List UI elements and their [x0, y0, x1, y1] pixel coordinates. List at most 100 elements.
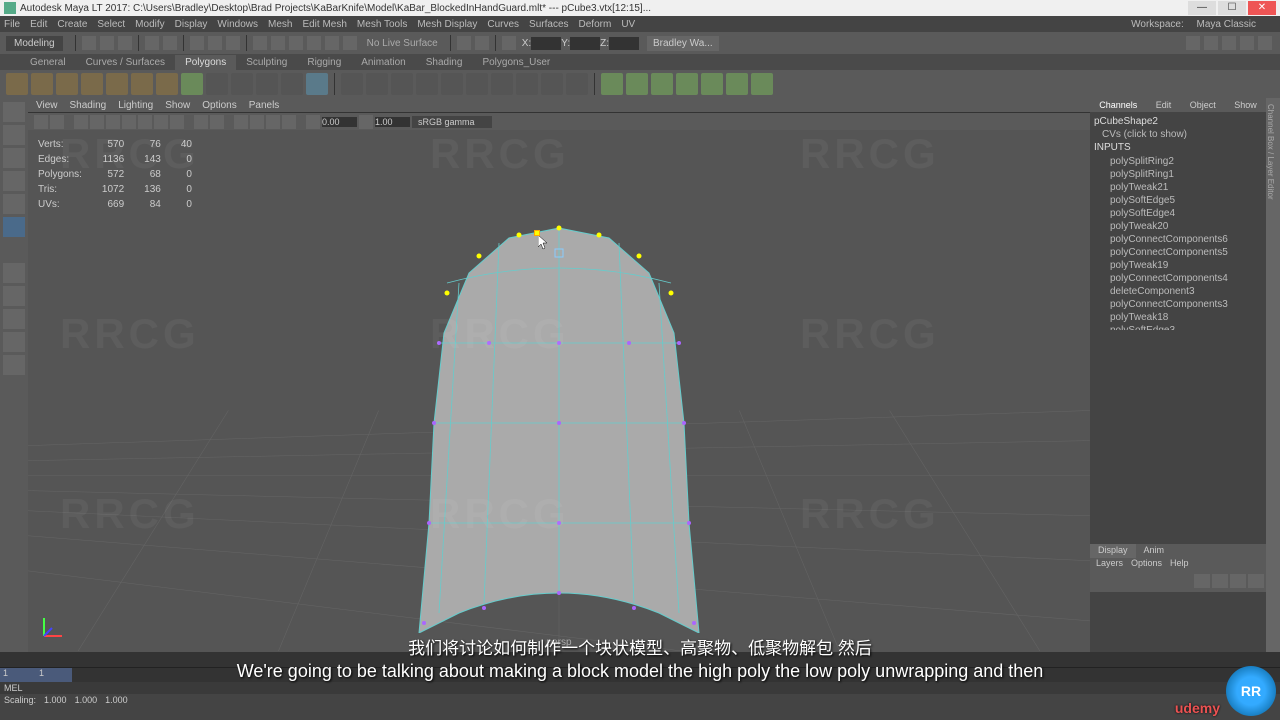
shelf-tab-general[interactable]: General [20, 55, 76, 70]
layer-down-icon[interactable] [1212, 574, 1228, 588]
film-gate-icon[interactable] [250, 115, 264, 129]
soccer-icon[interactable] [281, 73, 303, 95]
shelf-tab-animation[interactable]: Animation [351, 55, 415, 70]
input-node[interactable]: polySplitRing1 [1094, 168, 1262, 181]
shadows-icon[interactable] [170, 115, 184, 129]
sym2-icon[interactable] [475, 36, 489, 50]
y-field[interactable] [570, 37, 600, 50]
helix-icon[interactable] [231, 73, 253, 95]
close-button[interactable]: ✕ [1248, 1, 1276, 15]
uv-auto-icon[interactable] [676, 73, 698, 95]
menu-edit[interactable]: Edit [30, 19, 47, 30]
undo-icon[interactable] [145, 36, 159, 50]
cone-icon[interactable] [81, 73, 103, 95]
snap-plane-icon[interactable] [307, 36, 321, 50]
range-start2[interactable]: 1 [36, 668, 72, 682]
platonic-icon[interactable] [181, 73, 203, 95]
shaded-icon[interactable] [106, 115, 120, 129]
colorspace-dropdown[interactable]: sRGB gamma [412, 116, 492, 128]
xray-icon[interactable] [194, 115, 208, 129]
layout-four-icon[interactable] [3, 286, 25, 306]
layer-new-icon[interactable] [1230, 574, 1246, 588]
select-tool-icon[interactable] [3, 102, 25, 122]
quad-draw-icon[interactable] [566, 73, 588, 95]
view-bookmark-icon[interactable] [50, 115, 64, 129]
xray-joint-icon[interactable] [210, 115, 224, 129]
layout3-icon[interactable] [1222, 36, 1236, 50]
input-node[interactable]: polyConnectComponents6 [1094, 233, 1262, 246]
maximize-button[interactable]: ☐ [1218, 1, 1246, 15]
bevel-icon[interactable] [441, 73, 463, 95]
open-icon[interactable] [100, 36, 114, 50]
menu-meshdisplay[interactable]: Mesh Display [417, 19, 477, 30]
gamma-icon[interactable] [359, 115, 373, 129]
input-node[interactable]: deleteComponent3 [1094, 285, 1262, 298]
textured-icon[interactable] [138, 115, 152, 129]
extrude-icon[interactable] [391, 73, 413, 95]
menu-create[interactable]: Create [57, 19, 87, 30]
menu-modify[interactable]: Modify [135, 19, 164, 30]
menu-display[interactable]: Display [175, 19, 208, 30]
lasso-tool-icon[interactable] [3, 125, 25, 145]
panel-lighting[interactable]: Lighting [118, 100, 153, 111]
sphere-icon[interactable] [6, 73, 28, 95]
disc-icon[interactable] [156, 73, 178, 95]
bridge-icon[interactable] [416, 73, 438, 95]
input-node[interactable]: polyConnectComponents3 [1094, 298, 1262, 311]
menu-uv[interactable]: UV [621, 19, 635, 30]
magnet-icon[interactable] [343, 36, 357, 50]
layout1-icon[interactable] [1186, 36, 1200, 50]
x-field[interactable] [531, 37, 561, 50]
shelf-tab-sculpting[interactable]: Sculpting [236, 55, 297, 70]
workspace-dropdown[interactable]: Maya Classic [1197, 19, 1256, 30]
uv-unwrap-icon[interactable] [751, 73, 773, 95]
mode-dropdown[interactable]: Modeling [6, 36, 63, 51]
timeline[interactable]: 1 1 MEL [0, 652, 1280, 694]
grid-toggle-icon[interactable] [234, 115, 248, 129]
side-tab-label[interactable]: Channel Box / Layer Editor [1266, 98, 1280, 652]
menu-select[interactable]: Select [97, 19, 125, 30]
shape-node[interactable]: pCubeShape2 [1094, 116, 1262, 127]
pipe-icon[interactable] [206, 73, 228, 95]
layers-options[interactable]: Options [1131, 558, 1162, 572]
layout-single-icon[interactable] [3, 263, 25, 283]
uv-3d-icon[interactable] [726, 73, 748, 95]
uv-sphere-icon[interactable] [651, 73, 673, 95]
iso-select-icon[interactable] [74, 115, 88, 129]
redo-icon[interactable] [163, 36, 177, 50]
input-node[interactable]: polyConnectComponents5 [1094, 246, 1262, 259]
layers-help[interactable]: Help [1170, 558, 1189, 572]
plane-icon[interactable] [131, 73, 153, 95]
input-node[interactable]: polyTweak18 [1094, 311, 1262, 324]
panel-show[interactable]: Show [165, 100, 190, 111]
snap-grid-icon[interactable] [253, 36, 267, 50]
layer-add-icon[interactable] [1248, 574, 1264, 588]
input-node[interactable]: polyTweak19 [1094, 259, 1262, 272]
input-node[interactable]: polySoftEdge5 [1094, 194, 1262, 207]
layout4-icon[interactable] [1240, 36, 1254, 50]
panel-view[interactable]: View [36, 100, 58, 111]
rotate-tool-icon[interactable] [3, 171, 25, 191]
menu-editmesh[interactable]: Edit Mesh [302, 19, 346, 30]
gamma-field[interactable] [375, 117, 410, 127]
layout2-icon[interactable] [1204, 36, 1218, 50]
lasso-icon[interactable] [208, 36, 222, 50]
menu-mesh[interactable]: Mesh [268, 19, 292, 30]
cube-icon[interactable] [31, 73, 53, 95]
layout-outliner-icon[interactable] [3, 309, 25, 329]
cmd-lang[interactable]: MEL [4, 683, 23, 693]
manipulator-handle[interactable] [534, 230, 540, 236]
combine-icon[interactable] [341, 73, 363, 95]
input-node[interactable]: polyConnectComponents4 [1094, 272, 1262, 285]
smooth-icon[interactable] [466, 73, 488, 95]
account-dropdown[interactable]: Bradley Wa... [647, 36, 719, 51]
select-mode-icon[interactable] [190, 36, 204, 50]
lights-icon[interactable] [154, 115, 168, 129]
range-start[interactable]: 1 [0, 668, 36, 682]
cylinder-icon[interactable] [56, 73, 78, 95]
input-node[interactable]: polyTweak21 [1094, 181, 1262, 194]
input-node[interactable]: polySplitRing2 [1094, 155, 1262, 168]
menu-surfaces[interactable]: Surfaces [529, 19, 568, 30]
wireframe-icon[interactable] [90, 115, 104, 129]
shelf-tab-shading[interactable]: Shading [416, 55, 473, 70]
